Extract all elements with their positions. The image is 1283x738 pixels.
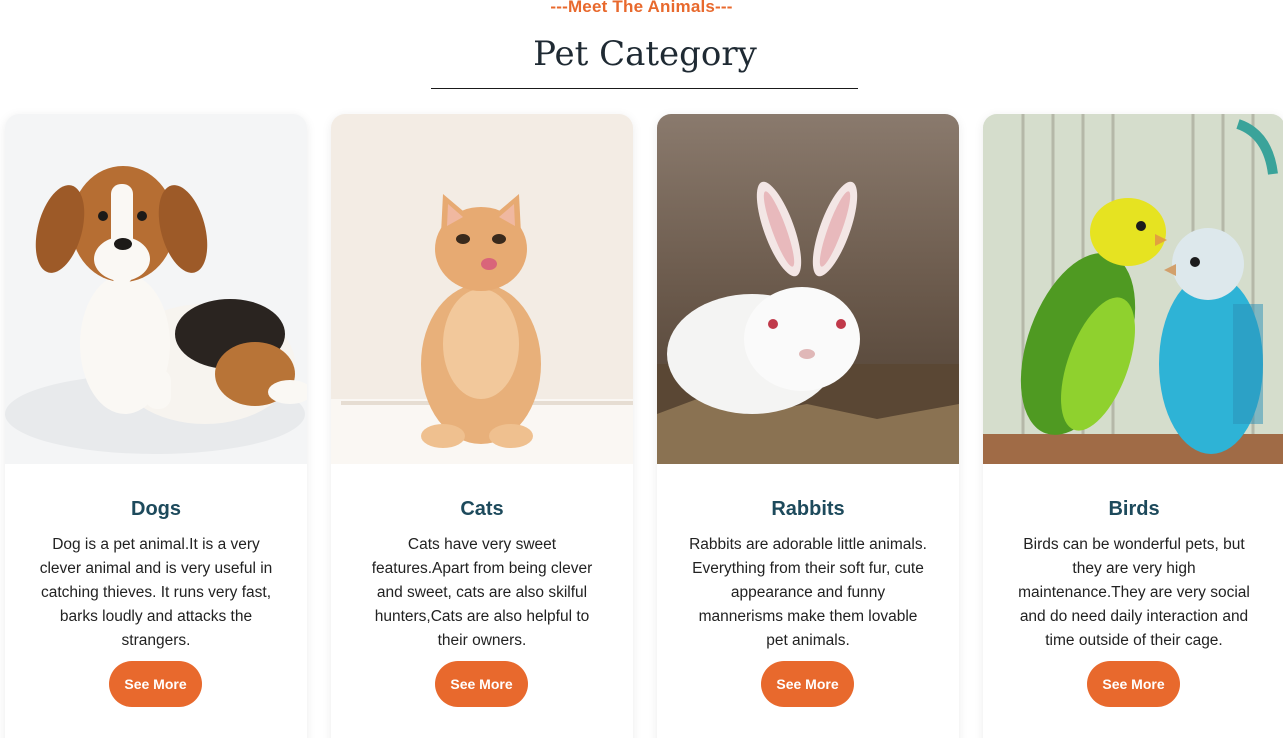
rabbit-photo [657,114,959,464]
pet-card-dogs: Dogs Dog is a pet animal.It is a very cl… [5,114,307,738]
pet-card-cats: Cats Cats have very sweet features.Apart… [331,114,633,738]
see-more-button-cats[interactable]: See More [435,661,528,707]
pet-category-section: ---Meet The Animals--- Pet Category Dogs… [0,0,1283,738]
see-more-button-dogs[interactable]: See More [109,661,202,707]
pet-card-rabbits: Rabbits Rabbits are adorable little anim… [657,114,959,738]
section-title: Pet Category [533,34,757,74]
beagle-photo [5,114,307,464]
card-title: Cats [460,498,504,520]
budgies-photo [983,114,1283,464]
title-underline [431,88,858,89]
card-description: Dog is a pet animal.It is a very clever … [39,536,273,649]
pet-card-birds: Birds Birds can be wonderful pets, but t… [983,114,1283,738]
card-title: Dogs [131,498,181,520]
see-more-button-rabbits[interactable]: See More [761,661,854,707]
section-eyebrow: ---Meet The Animals--- [550,0,733,16]
kitten-photo [331,114,633,464]
see-more-button-birds[interactable]: See More [1087,661,1180,707]
card-description: Cats have very sweet features.Apart from… [371,536,593,649]
card-title: Rabbits [771,498,845,520]
card-title: Birds [1108,498,1160,520]
card-description: Rabbits are adorable little animals. Eve… [689,536,927,649]
card-description: Birds can be wonderful pets, but they ar… [1018,536,1250,649]
